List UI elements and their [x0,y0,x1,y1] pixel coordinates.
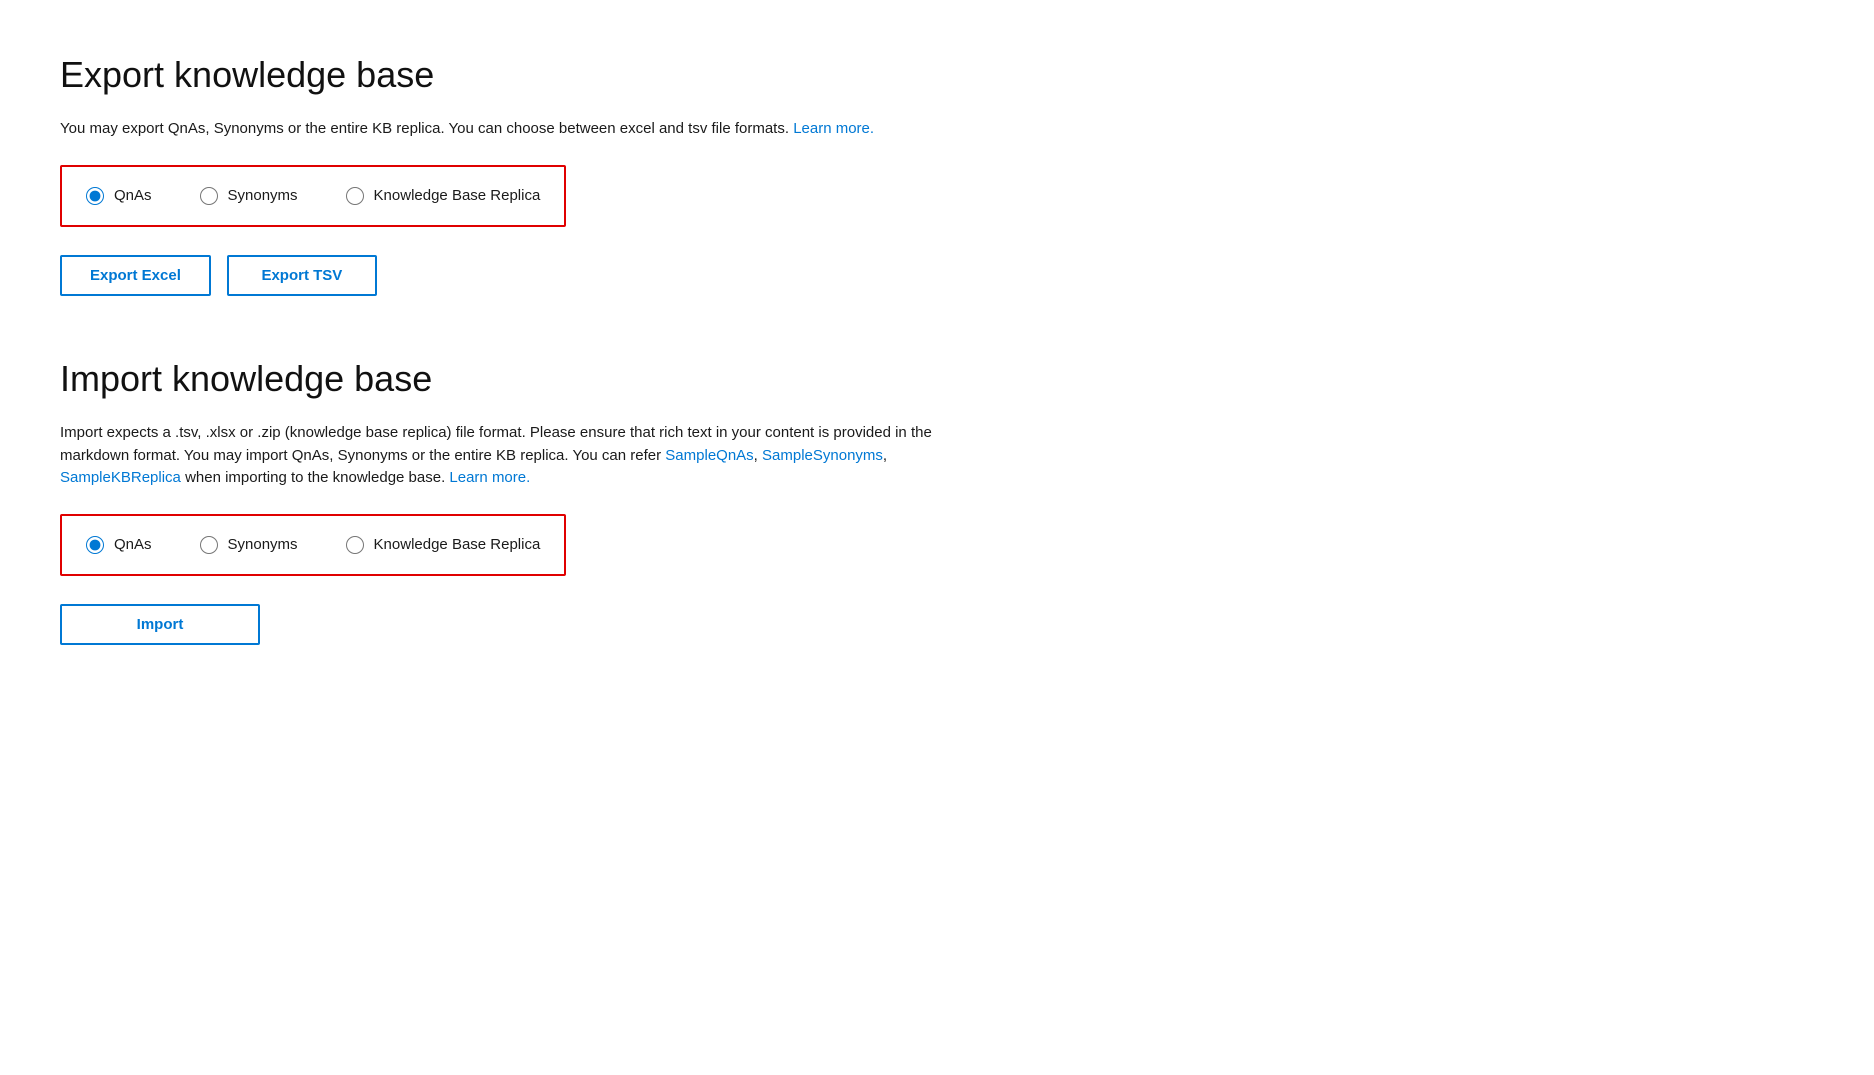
export-button-group: Export Excel Export TSV [60,255,1814,296]
import-radio-group: QnAs Synonyms Knowledge Base Replica [60,514,566,577]
import-section: Import knowledge base Import expects a .… [60,352,1814,645]
export-description: You may export QnAs, Synonyms or the ent… [60,118,960,141]
export-radio-qnas[interactable]: QnAs [86,185,152,208]
import-button-group: Import [60,604,1814,645]
export-synonyms-radio[interactable] [200,187,218,205]
import-radio-qnas[interactable]: QnAs [86,534,152,557]
export-title: Export knowledge base [60,48,1814,102]
import-learn-more-link[interactable]: Learn more. [449,469,530,486]
export-learn-more-link[interactable]: Learn more. [793,120,874,137]
import-qnas-label: QnAs [114,534,152,557]
import-radio-synonyms[interactable]: Synonyms [200,534,298,557]
export-synonyms-label: Synonyms [228,185,298,208]
import-kbreplica-radio[interactable] [346,536,364,554]
import-title: Import knowledge base [60,352,1814,406]
export-qnas-radio[interactable] [86,187,104,205]
export-section: Export knowledge base You may export QnA… [60,48,1814,296]
export-kbreplica-label: Knowledge Base Replica [374,185,541,208]
export-kbreplica-radio[interactable] [346,187,364,205]
sample-kbreplica-link[interactable]: SampleKBReplica [60,469,181,486]
export-radio-synonyms[interactable]: Synonyms [200,185,298,208]
export-radio-kbreplica[interactable]: Knowledge Base Replica [346,185,541,208]
import-synonyms-label: Synonyms [228,534,298,557]
import-button[interactable]: Import [60,604,260,645]
sample-synonyms-link[interactable]: SampleSynonyms [762,447,883,464]
import-description: Import expects a .tsv, .xlsx or .zip (kn… [60,422,960,490]
export-excel-button[interactable]: Export Excel [60,255,211,296]
export-tsv-button[interactable]: Export TSV [227,255,377,296]
export-description-text: You may export QnAs, Synonyms or the ent… [60,120,789,137]
import-kbreplica-label: Knowledge Base Replica [374,534,541,557]
import-separator-2: , [883,447,887,464]
import-separator-1: , [754,447,762,464]
import-qnas-radio[interactable] [86,536,104,554]
sample-qnas-link[interactable]: SampleQnAs [665,447,753,464]
import-radio-kbreplica[interactable]: Knowledge Base Replica [346,534,541,557]
export-radio-group: QnAs Synonyms Knowledge Base Replica [60,165,566,228]
import-description-text-2: when importing to the knowledge base. [181,469,450,486]
import-synonyms-radio[interactable] [200,536,218,554]
export-qnas-label: QnAs [114,185,152,208]
